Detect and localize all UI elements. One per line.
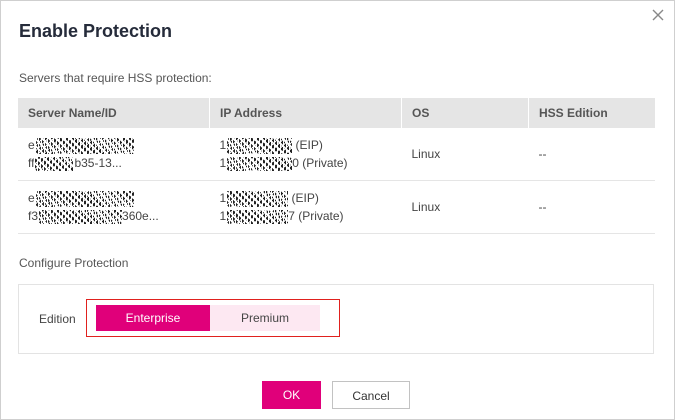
servers-subtitle: Servers that require HSS protection: (19, 71, 212, 85)
server-id-prefix: f3 (28, 209, 39, 223)
ip-private-label: 7 (Private) (288, 209, 344, 223)
servers-table: Server Name/ID IP Address OS HSS Edition… (18, 98, 655, 234)
server-name-cell: e f3 360e... (18, 180, 210, 234)
redacted-name (34, 190, 135, 207)
ip-address-cell: 1 (EIP) 1 7 (Private) (209, 180, 402, 234)
ip-prefix: 1 (219, 209, 227, 223)
ip-prefix: 1 (219, 191, 227, 205)
table-header-row: Server Name/ID IP Address OS HSS Edition (18, 98, 655, 128)
redacted-name (34, 137, 135, 154)
cancel-button[interactable]: Cancel (332, 381, 410, 409)
configure-protection-label: Configure Protection (19, 256, 129, 270)
ip-private-label: 0 (Private) (292, 156, 348, 170)
redacted-ip (226, 190, 289, 207)
hss-edition-cell: -- (528, 180, 655, 234)
redacted-ip (226, 209, 289, 224)
edition-selector: Enterprise Premium (86, 299, 340, 337)
column-header-ip: IP Address (209, 98, 402, 128)
edition-option-enterprise[interactable]: Enterprise (96, 305, 210, 331)
server-name-text: e (28, 191, 35, 205)
enable-protection-dialog: Enable Protection Servers that require H… (0, 0, 675, 420)
server-id-suffix: 360e... (122, 209, 159, 223)
os-cell: Linux (401, 180, 529, 234)
redacted-ip (226, 156, 293, 171)
table-row: e f3 360e... 1 (EIP) 1 7 (Private) Linux (18, 180, 655, 234)
ip-eip-label: (EIP) (291, 191, 319, 205)
ip-eip-label: (EIP) (295, 138, 323, 152)
edition-label: Edition (39, 312, 76, 326)
column-header-server: Server Name/ID (18, 98, 210, 128)
column-header-edition: HSS Edition (528, 98, 655, 128)
edition-option-premium[interactable]: Premium (210, 305, 320, 331)
ip-prefix: 1 (219, 156, 227, 170)
table-row: e ff b35-13... 1 (EIP) 1 0 (Private) Linux (18, 128, 655, 181)
column-header-os: OS (401, 98, 529, 128)
server-name-text: e (28, 138, 35, 152)
server-name-cell: e ff b35-13... (18, 128, 210, 181)
redacted-id (38, 209, 123, 224)
redacted-id (34, 156, 75, 171)
hss-edition-cell: -- (528, 128, 655, 181)
ip-address-cell: 1 (EIP) 1 0 (Private) (209, 128, 402, 181)
server-id-suffix: b35-13... (74, 156, 122, 170)
redacted-ip (226, 137, 293, 154)
os-cell: Linux (401, 128, 529, 181)
dialog-title: Enable Protection (19, 21, 173, 41)
ip-prefix: 1 (219, 138, 227, 152)
configure-protection-panel: Edition Enterprise Premium (18, 284, 654, 354)
ok-button[interactable]: OK (262, 381, 321, 409)
close-icon[interactable] (650, 7, 666, 23)
